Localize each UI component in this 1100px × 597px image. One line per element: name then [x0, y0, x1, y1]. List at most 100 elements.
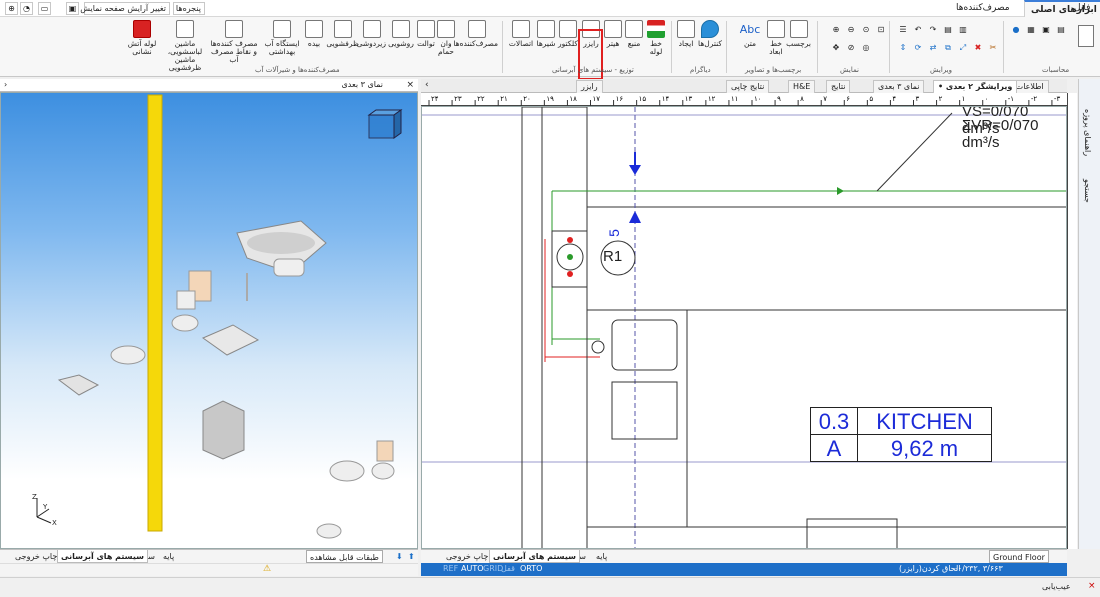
zoom-fit-icon[interactable]: ⊙ [860, 25, 872, 35]
dimension-line-button[interactable]: خط ابعاد [765, 20, 787, 70]
copy-icon[interactable]: ⧉ [942, 43, 954, 53]
zoom-in-icon[interactable]: ⊕ [830, 25, 842, 35]
tab-3d-view[interactable]: نمای ۳ بعدی [873, 80, 925, 93]
chevron-left-icon[interactable]: ‹ [4, 79, 7, 91]
close-icon[interactable]: × [406, 79, 414, 91]
lock-mode[interactable]: قفل [501, 563, 515, 575]
ruler-label: ۱۳ [685, 95, 693, 103]
separator [726, 21, 727, 73]
source-button[interactable]: منبع [624, 20, 644, 70]
tab-project-guide[interactable]: راهنمای پروژه [1083, 109, 1092, 169]
delete-icon[interactable]: ✖ [972, 43, 984, 53]
2d-editor-canvas[interactable]: VS=0/070 dm³/s ΣVR=0/070 dm³/s R1 5 0.3 … [421, 106, 1067, 549]
drop-icon[interactable]: ● [1010, 25, 1022, 35]
redo-icon[interactable]: ↷ [927, 25, 939, 35]
color-icon[interactable]: ◔ [20, 2, 33, 15]
calc-icon[interactable]: ▦ [1025, 25, 1037, 35]
ref-mode[interactable]: REF [443, 563, 458, 575]
tab-consumers[interactable]: مصرف‌کننده‌ها [950, 0, 1016, 17]
toggle-icon[interactable]: ▭ [38, 2, 51, 15]
tab-print-results[interactable]: نتایج چاپی [726, 80, 770, 93]
collector-button[interactable]: کلکتور [557, 20, 579, 70]
sanitary-station-button[interactable]: ایستگاه آب بهداشتی [262, 20, 302, 70]
edit-tool-icon[interactable]: ▥ [957, 25, 969, 35]
undo-icon[interactable]: ↶ [912, 25, 924, 35]
orto-mode[interactable]: ORTO [520, 563, 542, 575]
toilet-button[interactable]: توالت [415, 20, 437, 70]
troubleshoot-label[interactable]: عیب‌یابی [1042, 582, 1071, 591]
tab-base[interactable]: پایه [593, 550, 610, 563]
zoom-out-icon[interactable]: ⊖ [845, 25, 857, 35]
text-button[interactable]: Abc متن [735, 20, 765, 70]
calculate-icon[interactable] [1078, 25, 1094, 47]
toilet-icon [417, 20, 435, 38]
edit-tool-icon[interactable]: ▤ [942, 25, 954, 35]
shower-tray-button[interactable]: زیردوشی [357, 20, 386, 70]
3d-view-title: نمای ۳ بعدی [341, 80, 383, 89]
pipeline-button[interactable]: خط لوله [644, 20, 668, 70]
footer-bar: عیب‌یابی × [0, 577, 1100, 597]
ruler-label: ۲ [939, 95, 943, 103]
pan-icon[interactable]: ✥ [830, 43, 842, 53]
axis-x-label: X [52, 519, 57, 527]
zoom-all-icon[interactable]: ◎ [860, 43, 872, 53]
ruler-label: ۰ [985, 95, 989, 103]
globe-icon[interactable]: ⊕ [5, 2, 18, 15]
ruler-label: ۷ [823, 95, 827, 103]
tab-search[interactable]: جستجو [1083, 179, 1092, 229]
3d-view-canvas[interactable]: Z Y X [0, 92, 418, 549]
arrow-up-icon[interactable]: ⬆ [408, 550, 415, 563]
water-consumers-button[interactable]: مصرف کننده‌ها و نقاط مصرف آب [210, 20, 258, 70]
warning-icon: ⚠ [263, 564, 272, 574]
rotate-icon[interactable]: ⟳ [912, 43, 924, 53]
washing-machine-button[interactable]: ماشین لباسشویی، ماشین ظرفشویی [163, 20, 207, 72]
tab-print-output[interactable]: چاپ خروجی [443, 550, 491, 563]
windows-dropdown[interactable]: پنجره‌ها [173, 2, 205, 15]
washbasin-button[interactable]: روشویی [387, 20, 415, 70]
label-button[interactable]: برچسب [786, 20, 811, 70]
valve-icon [537, 20, 555, 38]
window-icon[interactable]: ▣ [66, 2, 79, 15]
fittings-button[interactable]: اتصالات [507, 20, 535, 70]
controls-button[interactable]: کنترل‌ها [697, 20, 723, 70]
pipeline-icon [647, 20, 665, 38]
right-bottom-tabs: پایه ساخت سیستم های آبرسانی چاپ خروجی Gr… [421, 549, 1067, 563]
consumers-button[interactable]: مصرف‌کننده‌ها [453, 20, 498, 70]
fire-pipe-button[interactable]: لوله آتش نشانی [123, 20, 161, 70]
horizontal-ruler: ۲۴ ۲۳ ۲۲ ۲۱ ۲۰ ۱۹ ۱۸ ۱۷ ۱۶ ۱۵ ۱۴ ۱۳ ۱۲ ۱۱ ۱۰ ۹ ۸ ۷ ۶ ۵ ۴ ۳ ۲ ۱ ۰… [421, 93, 1067, 106]
view-cube-icon[interactable] [367, 109, 403, 139]
tab-base[interactable]: پایه [160, 550, 177, 563]
mirror-icon[interactable]: ⇄ [927, 43, 939, 53]
create-button[interactable]: ایجاد [674, 20, 698, 70]
report-icon[interactable]: ▤ [1055, 25, 1067, 35]
tab-results[interactable]: نتایج [826, 80, 851, 93]
status-bar: REF AUTO GRID قفل ORTO الحاق کردن(رایزر)… [421, 563, 1067, 576]
auto-mode[interactable]: AUTO [461, 563, 484, 575]
bidet-button[interactable]: بیده [302, 20, 326, 70]
scale-icon[interactable]: ⤢ [957, 43, 969, 53]
sink-button[interactable]: ظرفشویی [326, 20, 359, 70]
tab-2d-editor[interactable]: ویرایشگر ۲ بعدی • [933, 80, 1018, 93]
move-icon[interactable]: ⇕ [897, 43, 909, 53]
bidet-icon [305, 20, 323, 38]
zoom-window-icon[interactable]: ⊡ [875, 25, 887, 35]
list-icon[interactable]: ☰ [897, 25, 909, 35]
valves-button[interactable]: شیرها [535, 20, 557, 70]
zoom-prev-icon[interactable]: ⊘ [845, 43, 857, 53]
tab-water-systems[interactable]: سیستم های آبرسانی [489, 550, 580, 563]
tools-icon[interactable]: ✂ [987, 43, 999, 53]
calc-icon[interactable]: ▣ [1040, 25, 1052, 35]
change-layout-dropdown[interactable]: تغییر آرایش صفحه نمایش [80, 2, 170, 15]
visible-floors-dropdown[interactable]: طبقات قابل مشاهده [306, 550, 383, 563]
heater-button[interactable]: هیتر [603, 20, 623, 70]
close-icon[interactable]: × [1088, 581, 1096, 591]
tab-riser[interactable]: رایزر [576, 80, 603, 93]
kitchen-sink-bowl [611, 319, 678, 371]
tab-print-output[interactable]: چاپ خروجی [12, 550, 60, 563]
chevron-left-icon[interactable]: ‹ [425, 80, 429, 90]
floor-dropdown[interactable]: Ground Floor [989, 550, 1049, 563]
arrow-down-icon[interactable]: ⬇ [396, 550, 403, 563]
tab-he[interactable]: H&E [788, 80, 816, 93]
tab-file[interactable]: فایل [1068, 0, 1096, 17]
tab-water-systems[interactable]: سیستم های آبرسانی [57, 550, 148, 563]
